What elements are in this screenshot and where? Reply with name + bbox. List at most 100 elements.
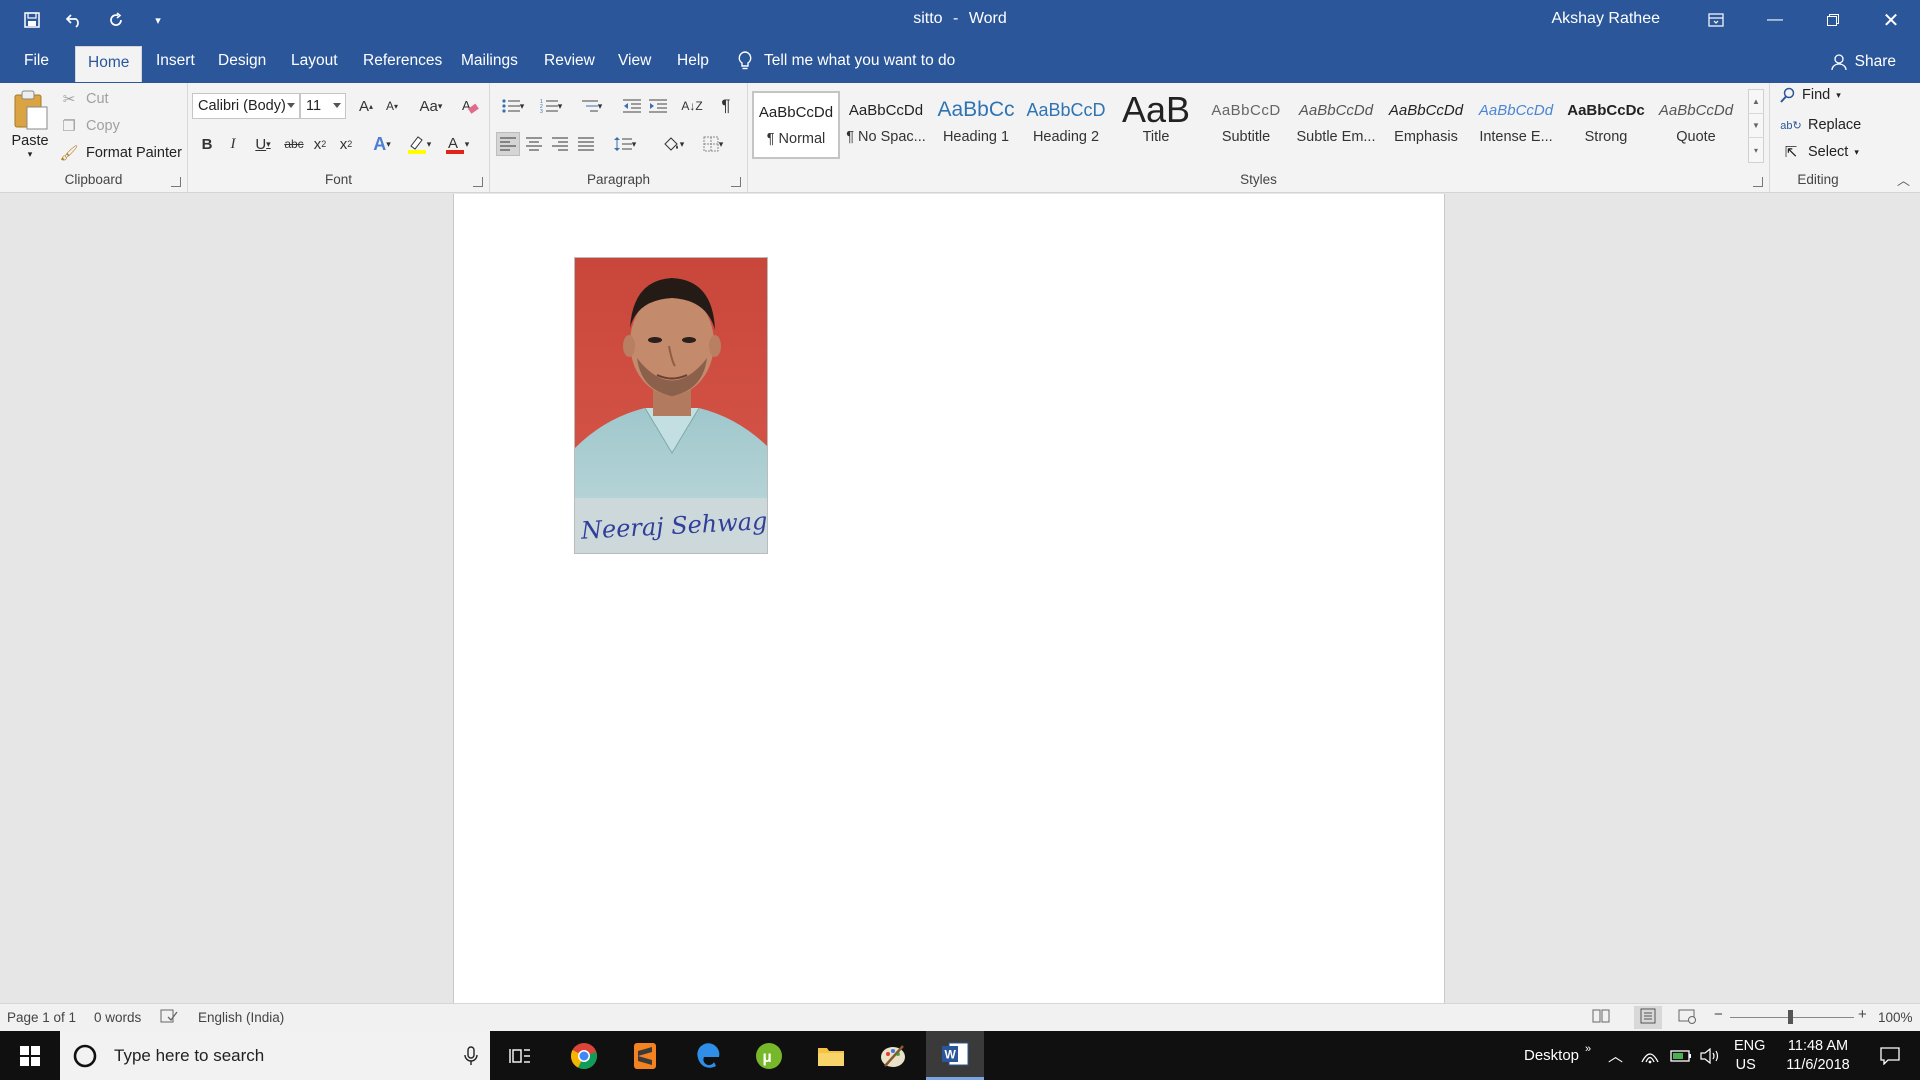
subscript-button[interactable]: x2 (308, 132, 332, 156)
superscript-button[interactable]: x2 (334, 132, 358, 156)
clipboard-launcher-button[interactable] (171, 177, 181, 187)
multilevel-list-button[interactable]: ▾ (574, 94, 608, 118)
grow-font-button[interactable]: A ▴ (354, 94, 378, 118)
select-button[interactable]: ⇱ Select ▾ (1780, 141, 1859, 163)
zoom-in-button[interactable]: + (1858, 1006, 1867, 1023)
gallery-up-button[interactable]: ▲ (1749, 90, 1763, 114)
font-family-select[interactable]: Calibri (Body) (192, 93, 300, 119)
find-button[interactable]: Find ▾ (1780, 87, 1841, 103)
tab-file[interactable]: File (24, 52, 49, 70)
minimize-button[interactable]: — (1746, 0, 1804, 40)
document-page[interactable]: Neeraj Sehwag (453, 194, 1445, 1003)
numbering-button[interactable]: 1 2 3 ▾ (534, 94, 568, 118)
restore-button[interactable] (1804, 0, 1862, 40)
tab-references[interactable]: References (363, 52, 442, 70)
volume-button[interactable] (1700, 1031, 1720, 1080)
taskbar-paint[interactable] (864, 1031, 922, 1080)
justify-button[interactable] (574, 132, 598, 156)
style-emphasis[interactable]: AaBbCcDd Emphasis (1382, 91, 1470, 159)
style-intense-emphasis[interactable]: AaBbCcDd Intense E... (1472, 91, 1560, 159)
strikethrough-button[interactable]: abc (282, 132, 306, 156)
action-center-button[interactable] (1866, 1031, 1914, 1080)
bold-button[interactable]: B (195, 132, 219, 156)
bullets-button[interactable]: ▾ (496, 94, 530, 118)
taskbar-word[interactable]: W (926, 1031, 984, 1080)
italic-button[interactable]: I (221, 132, 245, 156)
gallery-down-button[interactable]: ▼ (1749, 114, 1763, 138)
web-layout-button[interactable] (1678, 1008, 1696, 1027)
close-button[interactable]: ✕ (1862, 0, 1920, 40)
align-left-button[interactable] (496, 132, 520, 156)
battery-button[interactable] (1670, 1031, 1692, 1080)
shading-button[interactable]: ▾ (656, 132, 690, 156)
sort-button[interactable]: A↓Z (680, 94, 704, 118)
zoom-slider[interactable] (1730, 1010, 1854, 1024)
tab-mailings[interactable]: Mailings (461, 52, 518, 70)
line-spacing-button[interactable]: ▾ (608, 132, 642, 156)
zoom-level[interactable]: 100% (1878, 1010, 1913, 1025)
passport-photo[interactable]: Neeraj Sehwag (574, 257, 768, 554)
language-status[interactable]: English (India) (198, 1010, 284, 1025)
replace-button[interactable]: ab↻ Replace (1780, 114, 1861, 136)
text-effects-button[interactable]: A ▾ (366, 132, 398, 156)
styles-launcher-button[interactable] (1753, 177, 1763, 187)
taskbar-file-explorer[interactable] (802, 1031, 860, 1080)
gallery-more-button[interactable]: ▾ (1749, 138, 1763, 162)
zoom-slider-thumb[interactable] (1788, 1010, 1793, 1024)
style-subtle-emphasis[interactable]: AaBbCcDd Subtle Em... (1292, 91, 1380, 159)
share-button[interactable]: Share (1830, 53, 1896, 71)
style-quote[interactable]: AaBbCcDd Quote (1652, 91, 1740, 159)
style-no-spacing[interactable]: AaBbCcDd ¶ No Spac... (842, 91, 930, 159)
tab-help[interactable]: Help (677, 52, 709, 70)
taskbar-chrome[interactable] (555, 1031, 613, 1080)
start-button[interactable] (0, 1031, 60, 1080)
change-case-button[interactable]: Aa ▾ (414, 94, 448, 118)
style-subtitle[interactable]: AaBbCcD Subtitle (1202, 91, 1290, 159)
network-button[interactable] (1640, 1031, 1660, 1080)
shrink-font-button[interactable]: A ▾ (380, 94, 404, 118)
show-formatting-button[interactable]: ¶ (714, 94, 738, 118)
font-color-button[interactable]: A ▾ (440, 132, 474, 156)
input-language-button[interactable]: ENG US (1734, 1031, 1765, 1080)
taskbar-sublime[interactable] (616, 1031, 674, 1080)
decrease-indent-button[interactable] (620, 94, 644, 118)
taskbar-search-box[interactable]: Type here to search (60, 1031, 490, 1080)
format-painter-button[interactable]: 🖌 Format Painter (58, 142, 181, 164)
underline-button[interactable]: U ▾ (246, 132, 280, 156)
tab-review[interactable]: Review (544, 52, 595, 70)
tab-design[interactable]: Design (218, 52, 266, 70)
align-right-button[interactable] (548, 132, 572, 156)
style-title[interactable]: AaB Title (1112, 91, 1200, 159)
print-layout-button[interactable] (1634, 1006, 1662, 1029)
read-mode-button[interactable] (1592, 1008, 1610, 1027)
highlight-color-button[interactable]: ▾ (402, 132, 436, 156)
copy-button[interactable]: ❐ Copy (58, 115, 120, 137)
font-launcher-button[interactable] (473, 177, 483, 187)
font-size-select[interactable]: 11 (300, 93, 346, 119)
tab-insert[interactable]: Insert (156, 52, 195, 70)
ribbon-display-options-button[interactable] (1702, 8, 1730, 32)
cut-button[interactable]: ✂ Cut (58, 88, 109, 110)
paste-button[interactable]: Paste ▾ (10, 89, 50, 160)
tab-layout[interactable]: Layout (291, 52, 338, 70)
page-count[interactable]: Page 1 of 1 (7, 1010, 76, 1025)
style-heading-1[interactable]: AaBbCc Heading 1 (932, 91, 1020, 159)
borders-button[interactable]: ▾ (696, 132, 730, 156)
task-view-button[interactable] (491, 1031, 549, 1080)
align-center-button[interactable] (522, 132, 546, 156)
desktop-toolbar[interactable]: Desktop » (1524, 1031, 1591, 1080)
word-count[interactable]: 0 words (94, 1010, 141, 1025)
tab-view[interactable]: View (618, 52, 651, 70)
increase-indent-button[interactable] (646, 94, 670, 118)
user-name[interactable]: Akshay Rathee (1551, 10, 1660, 28)
tab-home[interactable]: Home (75, 46, 143, 82)
document-area[interactable]: Neeraj Sehwag (0, 194, 1920, 1003)
collapse-ribbon-button[interactable]: ︿ (1897, 170, 1910, 189)
style-strong[interactable]: AaBbCcDc Strong (1562, 91, 1650, 159)
style-normal[interactable]: AaBbCcDd ¶ Normal (752, 91, 840, 159)
proofing-icon[interactable] (160, 1008, 178, 1027)
clear-formatting-button[interactable]: A (458, 94, 482, 118)
paragraph-launcher-button[interactable] (731, 177, 741, 187)
taskbar-edge[interactable] (679, 1031, 737, 1080)
zoom-out-button[interactable]: − (1714, 1006, 1723, 1023)
